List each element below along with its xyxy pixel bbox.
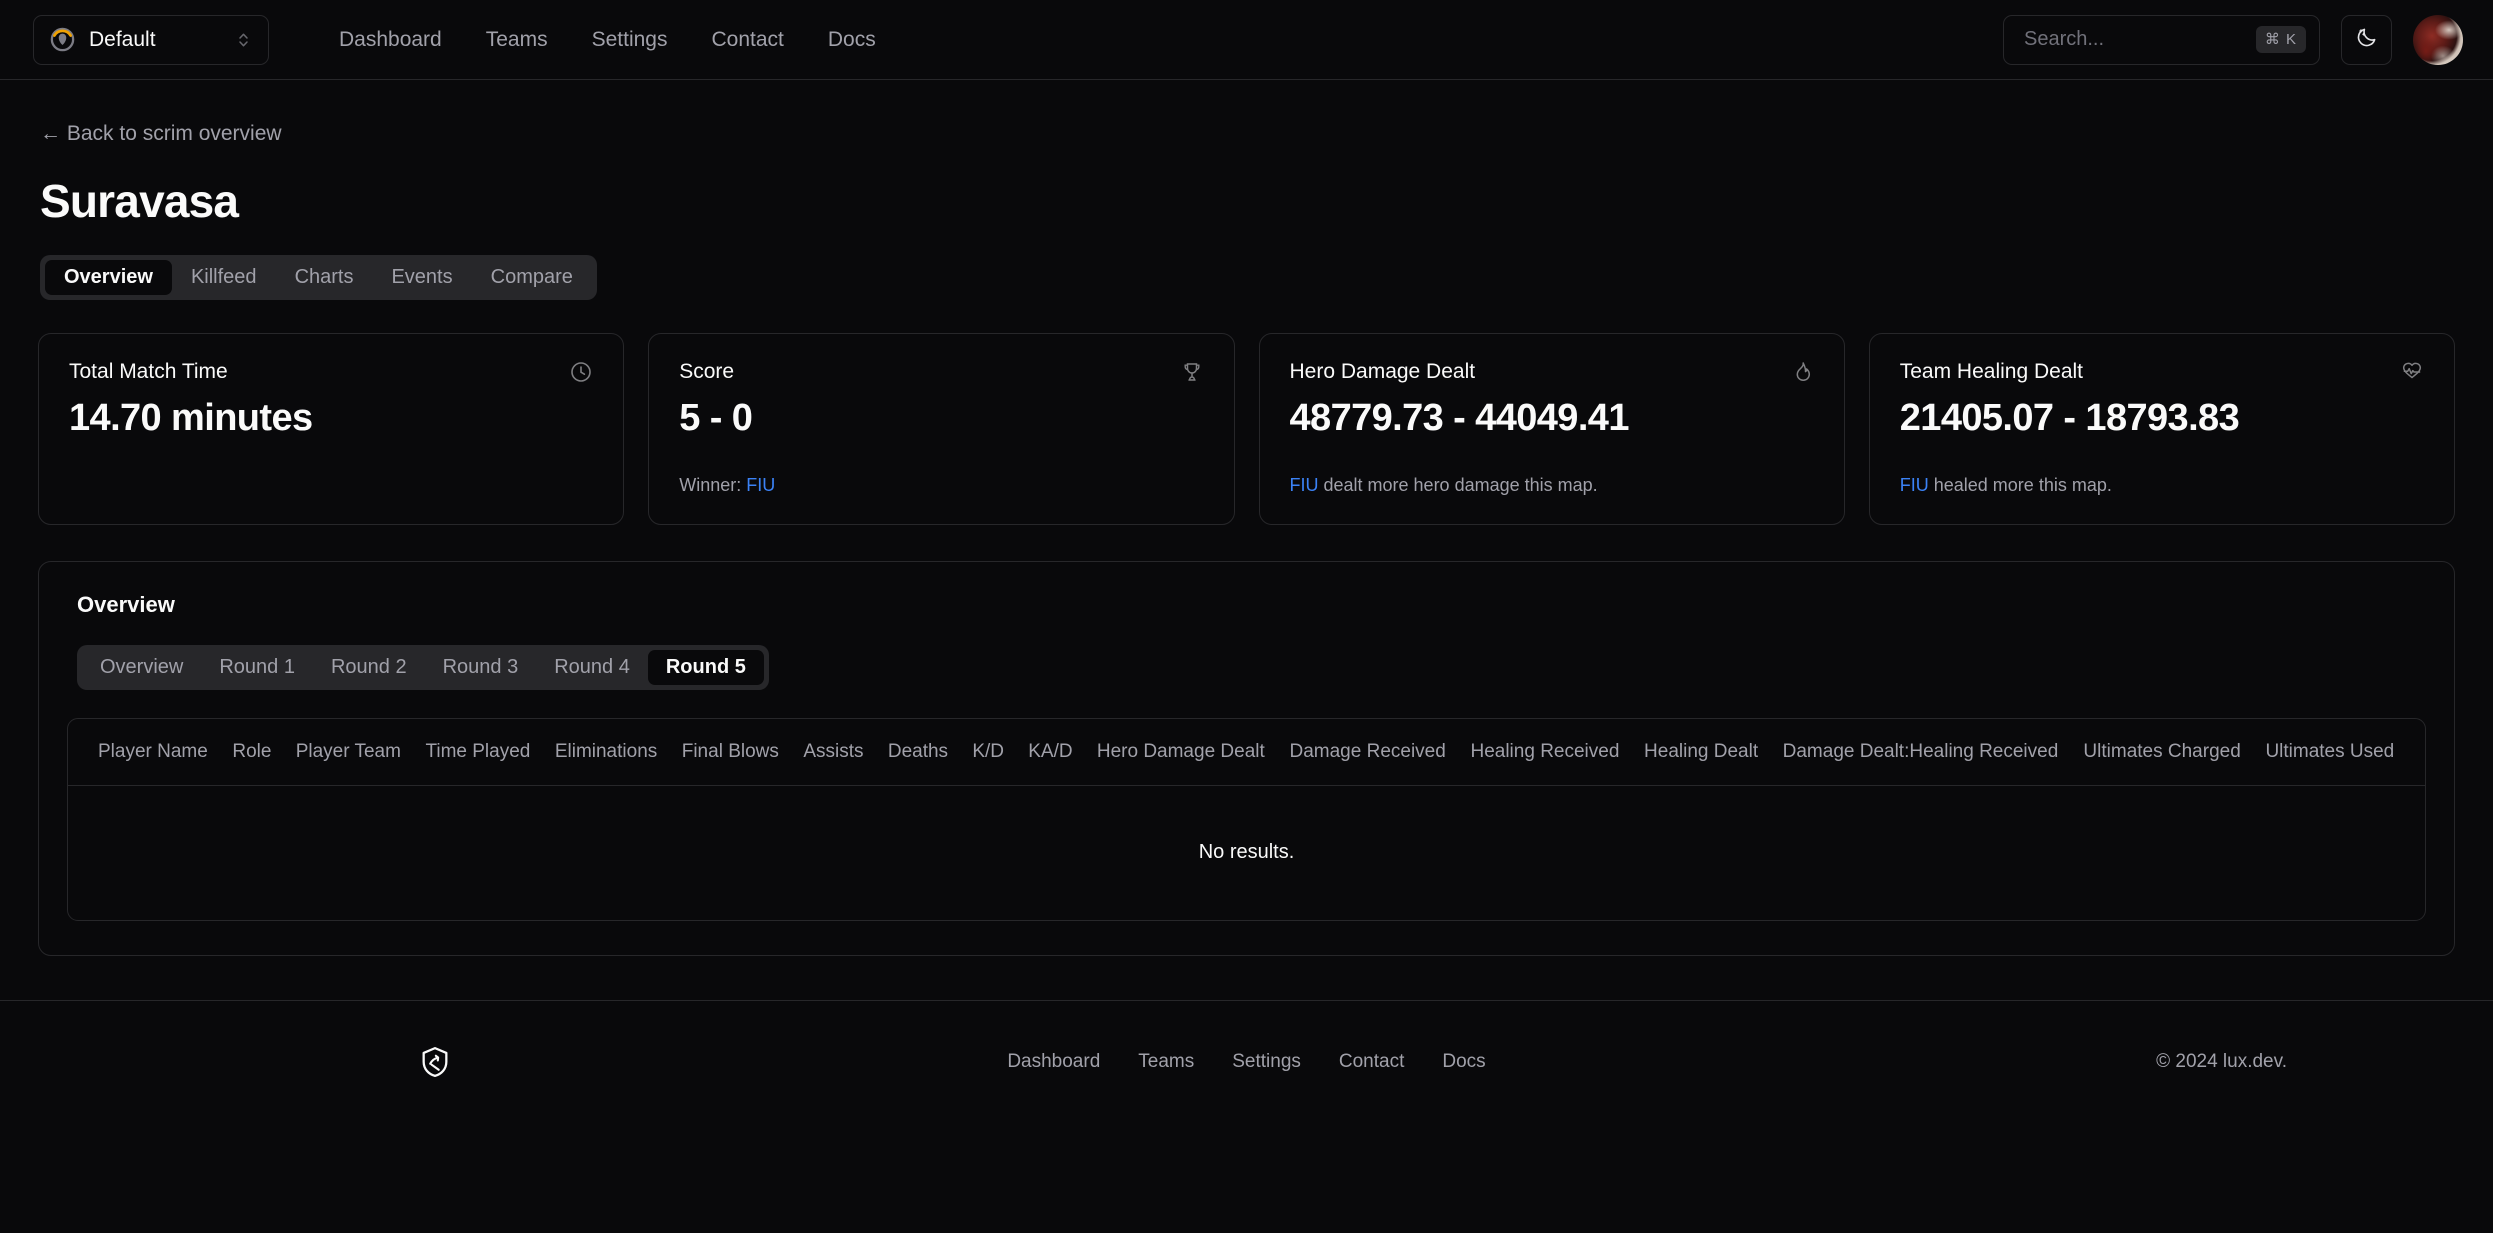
tab-killfeed[interactable]: Killfeed <box>172 260 276 295</box>
stat-subtext: FIU dealt more hero damage this map. <box>1290 475 1814 496</box>
column-header-ultimates-charged[interactable]: Ultimates Charged <box>2071 719 2253 786</box>
column-header-deaths[interactable]: Deaths <box>876 719 961 786</box>
round-tab-2[interactable]: Round 2 <box>313 650 425 685</box>
tab-overview[interactable]: Overview <box>45 260 172 295</box>
stat-sub-suffix: healed more this map. <box>1928 475 2112 495</box>
column-header-player-team[interactable]: Player Team <box>284 719 414 786</box>
search-input[interactable]: Search... ⌘ K <box>2003 14 2320 65</box>
round-tabs: Overview Round 1 Round 2 Round 3 Round 4… <box>77 645 769 690</box>
team-link[interactable]: FIU <box>1290 475 1319 495</box>
stat-card-team-healing-dealt: Team Healing Dealt 21405.07 - 18793.83 F… <box>1868 333 2455 525</box>
search-shortcut-badge: ⌘ K <box>2255 26 2306 53</box>
table-empty-row: No results. <box>68 786 2425 920</box>
clock-icon <box>569 360 593 384</box>
stat-subtext: Winner: FIU <box>679 475 1203 496</box>
column-header-healing-received[interactable]: Healing Received <box>1458 719 1632 786</box>
nav-link-teams[interactable]: Teams <box>464 22 570 58</box>
stat-card-header: Team Healing Dealt <box>1900 360 2424 384</box>
nav-link-dashboard[interactable]: Dashboard <box>317 22 464 58</box>
stat-value: 21405.07 - 18793.83 <box>1899 397 2240 439</box>
column-header-hero-damage-dealt[interactable]: Hero Damage Dealt <box>1085 719 1278 786</box>
stat-label: Total Match Time <box>69 360 228 383</box>
trophy-icon <box>1180 360 1204 384</box>
nav-link-contact[interactable]: Contact <box>689 22 805 58</box>
column-header-healing-dealt[interactable]: Healing Dealt <box>1632 719 1771 786</box>
column-header-assists[interactable]: Assists <box>791 719 876 786</box>
navbar-right-group: Search... ⌘ K <box>2003 14 2463 65</box>
footer-link-teams[interactable]: Teams <box>1119 1047 1213 1077</box>
no-results-message: No results. <box>1198 841 1295 864</box>
stat-label: Team Healing Dealt <box>1899 360 2084 383</box>
page-content: ← Back to scrim overview Suravasa Overvi… <box>0 80 2493 956</box>
stat-label: Hero Damage Dealt <box>1289 360 1476 383</box>
round-tab-1[interactable]: Round 1 <box>201 650 313 685</box>
round-tab-overview[interactable]: Overview <box>82 650 201 685</box>
round-tab-5[interactable]: Round 5 <box>647 650 764 685</box>
stat-card-score: Score 5 - 0 Winner: FIU <box>648 333 1235 525</box>
overwatch-logo-icon <box>50 27 75 52</box>
page-footer: Dashboard Teams Settings Contact Docs © … <box>0 999 2493 1124</box>
stat-value: 5 - 0 <box>679 397 753 439</box>
footer-link-contact[interactable]: Contact <box>1320 1047 1423 1077</box>
panel-title: Overview <box>77 592 175 617</box>
stat-card-hero-damage-dealt: Hero Damage Dealt 48779.73 - 44049.41 FI… <box>1258 333 1845 525</box>
player-stats-table: Player Name Role Player Team Time Played… <box>68 719 2425 920</box>
table-head: Player Name Role Player Team Time Played… <box>68 719 2425 786</box>
column-header-player-name[interactable]: Player Name <box>68 719 220 786</box>
view-tabs: Overview Killfeed Charts Events Compare <box>40 255 597 300</box>
back-to-scrim-overview-link[interactable]: ← Back to scrim overview <box>40 122 282 146</box>
team-link[interactable]: FIU <box>1900 475 1929 495</box>
chevron-up-down-icon <box>235 30 252 50</box>
avatar[interactable] <box>2413 14 2463 65</box>
footer-nav: Dashboard Teams Settings Contact Docs <box>988 1047 1504 1077</box>
moon-icon <box>2355 26 2378 54</box>
column-header-time-played[interactable]: Time Played <box>413 719 542 786</box>
footer-link-dashboard[interactable]: Dashboard <box>988 1047 1119 1077</box>
theme-toggle-button[interactable] <box>2341 14 2392 65</box>
shield-logo-icon <box>418 1045 452 1079</box>
round-tab-3[interactable]: Round 3 <box>425 650 537 685</box>
tab-events[interactable]: Events <box>372 260 471 295</box>
footer-link-settings[interactable]: Settings <box>1213 1047 1320 1077</box>
footer-link-docs[interactable]: Docs <box>1423 1047 1504 1077</box>
column-header-role[interactable]: Role <box>220 719 283 786</box>
heart-pulse-icon <box>2400 360 2424 384</box>
column-header-ultimates-used[interactable]: Ultimates Used <box>2253 719 2425 786</box>
stat-card-total-match-time: Total Match Time 14.70 minutes <box>38 333 625 525</box>
flame-icon <box>1790 360 1814 384</box>
stat-sub-suffix: dealt more hero damage this map. <box>1318 475 1598 495</box>
search-placeholder: Search... <box>2024 28 2105 50</box>
stat-subtext: FIU healed more this map. <box>1900 475 2424 496</box>
player-stats-table-wrapper: Player Name Role Player Team Time Played… <box>67 718 2426 921</box>
column-header-damage-dealt-healing-received[interactable]: Damage Dealt:Healing Received <box>1771 719 2072 786</box>
round-tab-4[interactable]: Round 4 <box>536 650 648 685</box>
team-link[interactable]: FIU <box>746 475 775 495</box>
column-header-kad[interactable]: KA/D <box>1016 719 1085 786</box>
main-nav: Dashboard Teams Settings Contact Docs <box>317 22 898 58</box>
copyright-text: © 2024 lux.dev. <box>2156 1051 2287 1072</box>
nav-link-settings[interactable]: Settings <box>570 22 690 58</box>
nav-link-docs[interactable]: Docs <box>806 22 898 58</box>
stat-sub-prefix: Winner: <box>679 475 747 495</box>
stat-card-header: Score <box>679 360 1203 384</box>
overview-panel: Overview Overview Round 1 Round 2 Round … <box>38 561 2455 956</box>
top-navbar: Default Dashboard Teams Settings Contact… <box>0 0 2493 80</box>
stat-card-header: Total Match Time <box>69 360 593 384</box>
stat-cards-grid: Total Match Time 14.70 minutes Score 5 -… <box>38 333 2455 525</box>
org-switcher-label: Default <box>89 27 156 51</box>
column-header-eliminations[interactable]: Eliminations <box>543 719 670 786</box>
stat-value: 48779.73 - 44049.41 <box>1289 397 1630 439</box>
stat-value: 14.70 minutes <box>69 397 313 439</box>
column-header-kd[interactable]: K/D <box>960 719 1016 786</box>
tab-compare[interactable]: Compare <box>472 260 592 295</box>
stat-card-header: Hero Damage Dealt <box>1290 360 1814 384</box>
table-body: No results. <box>68 786 2425 920</box>
stat-label: Score <box>679 360 735 383</box>
org-switcher-button[interactable]: Default <box>33 14 269 65</box>
tab-charts[interactable]: Charts <box>276 260 373 295</box>
table-header-row: Player Name Role Player Team Time Played… <box>68 719 2425 786</box>
column-header-damage-received[interactable]: Damage Received <box>1278 719 1459 786</box>
page-title: Suravasa <box>40 175 239 227</box>
column-header-final-blows[interactable]: Final Blows <box>670 719 792 786</box>
